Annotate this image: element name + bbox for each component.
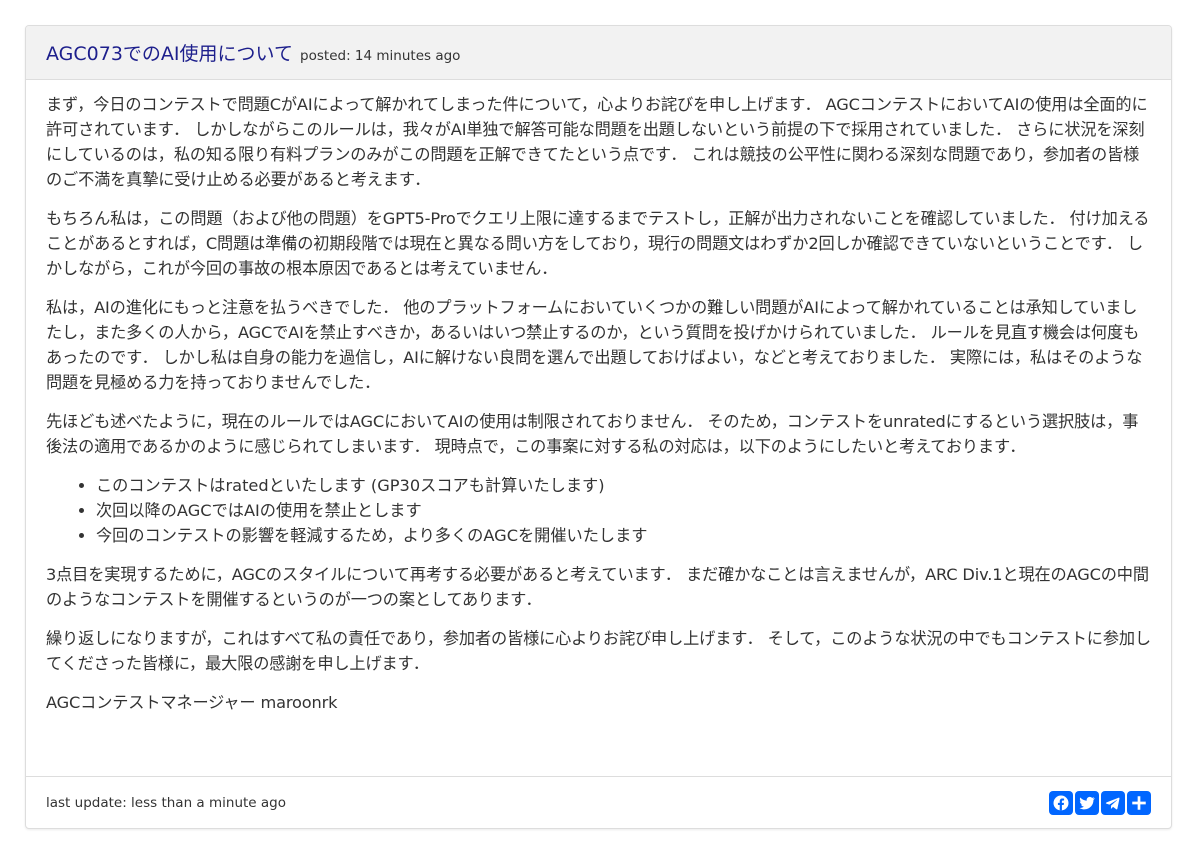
telegram-share-button[interactable]	[1101, 790, 1125, 815]
list-item: 次回以降のAGCではAIの使用を禁止とします	[96, 498, 1151, 523]
list-item: このコンテストはratedといたします (GP30スコアも計算いたします)	[96, 473, 1151, 498]
telegram-icon	[1105, 797, 1120, 809]
share-buttons	[1049, 790, 1151, 815]
share-plus-icon	[1132, 795, 1146, 810]
facebook-share-button[interactable]	[1049, 790, 1073, 815]
paragraph: もちろん私は，この問題（および他の問題）をGPT5-Proでクエリ上限に達するま…	[46, 209, 1150, 278]
facebook-icon	[1053, 795, 1069, 810]
list-item: 今回のコンテストの影響を軽減するため，より多くのAGCを開催いたします	[96, 523, 1151, 548]
post-footer: last update: less than a minute ago	[26, 776, 1171, 828]
signature: AGCコンテストマネージャー maroonrk	[46, 693, 338, 712]
paragraph: まず，今日のコンテストで問題CがAIによって解かれてしまった件について，心よりお…	[46, 95, 1148, 189]
post-panel: AGC073でのAI使用について posted: 14 minutes ago …	[25, 25, 1172, 829]
post-body: まず，今日のコンテストで問題CがAIによって解かれてしまった件について，心よりお…	[26, 80, 1171, 715]
paragraph: 繰り返しになりますが，これはすべて私の責任であり，参加者の皆様に心よりお詫び申し…	[46, 629, 1151, 673]
post-header: AGC073でのAI使用について posted: 14 minutes ago	[26, 26, 1171, 80]
twitter-icon	[1079, 796, 1095, 809]
twitter-share-button[interactable]	[1075, 790, 1099, 815]
paragraph: 先ほども述べたように，現在のルールではAGCにおいてAIの使用は制限されておりま…	[46, 412, 1139, 456]
post-title-link[interactable]: AGC073でのAI使用について	[46, 43, 293, 65]
share-more-button[interactable]	[1127, 790, 1151, 815]
paragraph: 私は，AIの進化にもっと注意を払うべきでした． 他のプラットフォームにおいていく…	[46, 298, 1143, 392]
action-list: このコンテストはratedといたします (GP30スコアも計算いたします) 次回…	[46, 473, 1151, 548]
last-update: last update: less than a minute ago	[46, 794, 287, 811]
posted-time: posted: 14 minutes ago	[300, 48, 461, 64]
paragraph: 3点目を実現するために，AGCのスタイルについて再考する必要があると考えています…	[46, 565, 1149, 609]
